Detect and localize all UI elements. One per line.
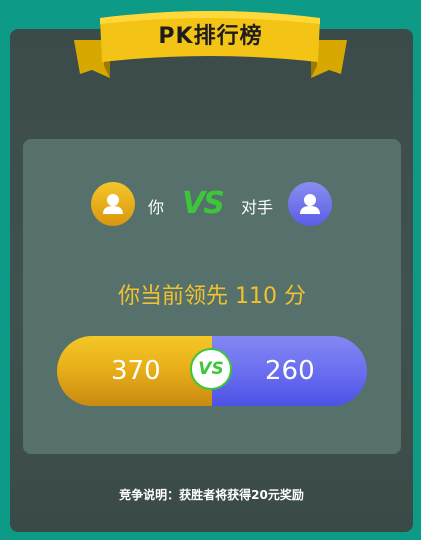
opponent-score-segment: 260 bbox=[212, 336, 367, 406]
vs-label: VS bbox=[182, 186, 225, 221]
my-avatar bbox=[91, 182, 135, 226]
page-title: PK排行榜 bbox=[158, 24, 263, 49]
title-ribbon: PK排行榜 bbox=[0, 0, 421, 80]
opponent-score: 260 bbox=[265, 356, 315, 386]
competition-description: 竞争说明：获胜者将获得20元奖励 bbox=[119, 488, 304, 502]
opponent-name: 对手 bbox=[241, 198, 274, 217]
opponent-avatar bbox=[288, 182, 332, 226]
my-score: 370 bbox=[111, 356, 161, 386]
lead-status-text: 你当前领先 110 分 bbox=[118, 284, 306, 309]
my-score-segment: 370 bbox=[57, 336, 212, 406]
user-icon bbox=[103, 194, 123, 214]
user-icon bbox=[300, 194, 320, 214]
vs-badge: VS bbox=[190, 348, 232, 390]
my-name: 你 bbox=[148, 198, 165, 217]
